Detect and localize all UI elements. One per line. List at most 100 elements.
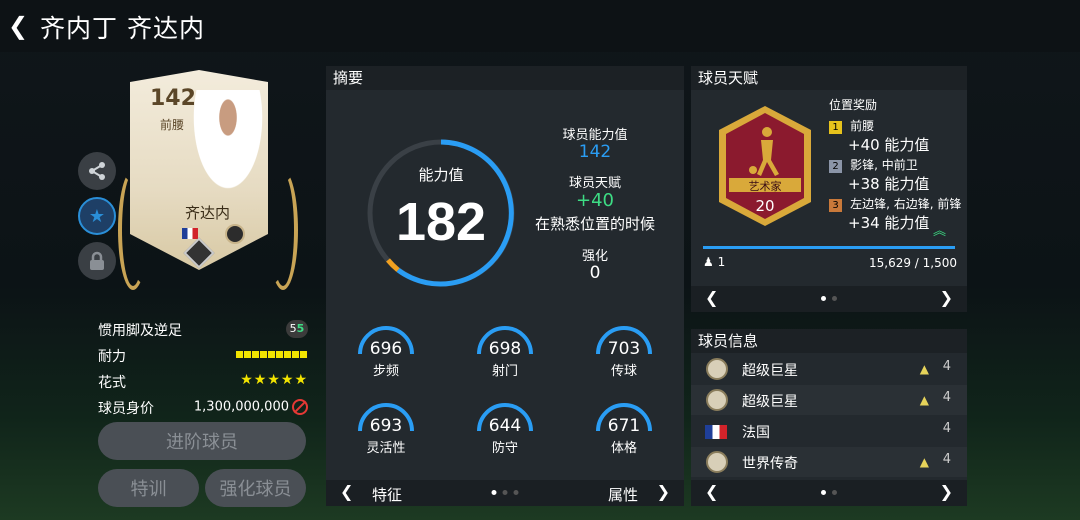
list-item[interactable]: 世界传奇 ▲ 4 [691, 447, 967, 477]
training-button[interactable]: 特训 [98, 469, 199, 507]
foot-left: 5 [289, 322, 297, 335]
chevron-left-icon[interactable]: ❮ [705, 482, 718, 501]
badge-label: 艺术家 [748, 180, 782, 193]
chevron-right-icon[interactable]: ❯ [940, 288, 953, 307]
player-info-footer: ❮ ❯ [691, 480, 967, 506]
club-badge-icon [225, 224, 245, 244]
stat-pace: 696 步频 [354, 322, 418, 386]
info-count: 4 [942, 421, 951, 436]
stat-defending: 644 防守 [473, 399, 537, 463]
bonus-2: 2 影锋, 中前卫 +38 能力值 [829, 154, 929, 194]
chevron-left-icon[interactable]: ❮ [705, 288, 718, 307]
stat-value: 696 [369, 339, 403, 359]
rank-2-badge: 2 [829, 160, 842, 173]
info-label: 世界传奇 [742, 456, 798, 472]
tab-attributes[interactable]: 属性 [608, 484, 638, 505]
bonus-positions: 前腰 [850, 119, 875, 133]
talent-value: +40 [576, 190, 614, 211]
skill-label: 花式 [98, 375, 126, 391]
talent-footer: ❮ ❯ [691, 286, 967, 312]
no-trade-icon [292, 399, 308, 415]
superstar-badge-icon [706, 358, 728, 380]
player-value: 1,300,000,000 [193, 399, 289, 415]
info-label: 超级巨星 [742, 363, 798, 379]
player-portrait [188, 90, 268, 200]
lamp-icon: ▲ [919, 455, 929, 469]
advance-player-button[interactable]: 进阶球员 [98, 422, 306, 460]
stat-value: 693 [369, 416, 403, 436]
bonus-value: +40 能力值 [848, 136, 930, 154]
card-name: 齐达内 [185, 204, 231, 222]
stat-value: 671 [607, 416, 641, 436]
value-row: 球员身价 1,300,000,000 [98, 398, 308, 420]
stamina-label: 耐力 [98, 349, 126, 365]
foot-badge: 55 [286, 320, 308, 338]
bonus-1: 1 前腰 +40 能力值 [829, 115, 929, 155]
france-flag-icon [705, 425, 727, 439]
legend-badge-icon [706, 451, 728, 473]
enhance-player-button[interactable]: 强化球员 [205, 469, 306, 507]
enhance-value: 0 [589, 263, 601, 283]
card-rating: 142 [150, 86, 196, 111]
rank-3-badge: 3 [829, 199, 842, 212]
rank-1-badge: 1 [829, 121, 842, 134]
ovr-label: 能力值 [418, 166, 464, 184]
talent-header: 球员天赋 [691, 66, 967, 90]
superstar-badge-icon [706, 389, 728, 411]
talent-panel: 球员天赋 艺术家 20 位置奖励 1 前腰 +40 能力值 2 影锋, 中前卫 … [691, 66, 967, 312]
player-info-header: 球员信息 [691, 329, 967, 353]
player-ability-value: 142 [578, 142, 612, 162]
chevron-left-icon[interactable]: ❮ [340, 482, 353, 501]
chevron-right-icon[interactable]: ❯ [657, 482, 670, 501]
talent-progress-bar [703, 246, 955, 249]
share-button[interactable] [78, 152, 116, 190]
stamina-row: 耐力 [98, 346, 308, 368]
stat-shooting: 698 射门 [473, 322, 537, 386]
lamp-icon: ▲ [919, 362, 929, 376]
stat-label: 体格 [610, 441, 637, 456]
foot-right: 5 [296, 322, 305, 335]
list-item[interactable]: 超级巨星 ▲ 4 [691, 385, 967, 415]
stat-label: 灵活性 [366, 441, 406, 456]
info-count: 4 [942, 452, 951, 467]
favorite-button[interactable]: ★ [78, 197, 116, 235]
top-bar: ❮ 齐内丁 齐达内 [0, 0, 1080, 52]
page-title: 齐内丁 齐达内 [40, 14, 205, 43]
player-info-panel: 球员信息 超级巨星 ▲ 4 超级巨星 ▲ 4 法国 4 世界传奇 ▲ 4 ❮ ❯ [691, 329, 967, 506]
lock-icon [90, 251, 104, 270]
ovr-value: 182 [395, 192, 487, 252]
chevron-right-icon[interactable]: ❯ [940, 482, 953, 501]
lock-button[interactable] [78, 242, 116, 280]
badge-level: 20 [755, 197, 775, 215]
talent-label: 球员天赋 [568, 176, 621, 191]
player-card[interactable]: 142 前腰 齐达内 [118, 70, 298, 290]
bonus-title: 位置奖励 [829, 98, 878, 112]
bonus-positions: 影锋, 中前卫 [850, 158, 918, 172]
list-item[interactable]: 法国 4 [691, 416, 967, 446]
stat-label: 射门 [491, 364, 518, 379]
laurel-right-icon [268, 170, 298, 290]
talent-desc: 在熟悉位置的时候 [534, 215, 655, 233]
tab-traits[interactable]: 特征 [372, 484, 402, 505]
foot-row: 惯用脚及逆足 55 [98, 320, 308, 342]
stat-value: 703 [607, 339, 641, 359]
star-icon: ★ [88, 205, 106, 227]
summary-header: 摘要 [326, 66, 684, 90]
bonus-positions: 左边锋, 右边锋, 前锋 [850, 197, 962, 211]
page-dots [821, 296, 837, 301]
talent-count: ♟ 1 [703, 255, 726, 269]
stat-value: 698 [488, 339, 522, 359]
value-label: 球员身价 [98, 401, 154, 417]
upgrade-arrow-icon: ︽ [933, 224, 947, 239]
talent-progress-text: 15,629 / 1,500 [868, 256, 957, 270]
stat-agility: 693 灵活性 [354, 399, 418, 463]
lamp-icon: ▲ [919, 393, 929, 407]
chevron-left-icon[interactable]: ❮ [8, 12, 28, 40]
skill-stars: ★★★★★ [240, 372, 308, 388]
summary-footer: ❮ 特征 属性 ❯ [326, 480, 684, 506]
list-item[interactable]: 超级巨星 ▲ 4 [691, 354, 967, 384]
share-icon [89, 162, 105, 180]
stat-physical: 671 体格 [592, 399, 656, 463]
stat-value: 644 [488, 416, 522, 436]
stamina-bar [236, 350, 308, 358]
